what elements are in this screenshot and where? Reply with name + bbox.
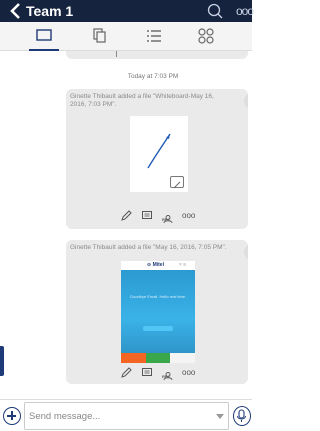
more-actions-icon[interactable]: ooo [182,211,195,220]
message-feed[interactable]: Today at 7:03 PM Ginette Thibault added … [58,51,248,391]
rec-label: REC [162,217,171,222]
conversation-title: Team 1 [26,3,74,19]
chevron-left-icon[interactable] [8,2,22,20]
message-input-box[interactable] [24,402,229,430]
bar-segment [121,353,146,363]
tab-list[interactable] [143,26,165,46]
date-separator: Today at 7:03 PM [127,73,179,80]
more-actions-icon[interactable]: ooo [182,368,195,377]
pencil-icon[interactable] [120,210,132,222]
tab-files[interactable] [88,26,110,46]
files-icon [93,28,106,43]
record-button[interactable]: REC [162,367,174,381]
thumbnail-call-bar [121,353,196,363]
comment-icon[interactable] [141,210,153,222]
whiteboard-thumbnail[interactable] [130,116,188,192]
message-input[interactable] [29,409,199,423]
record-button[interactable]: REC [162,210,174,224]
message-actions: REC ooo [66,367,248,381]
more-options-icon[interactable]: ooo [236,4,254,18]
pencil-icon[interactable] [120,367,132,379]
thumbnail-button [143,326,173,331]
tab-bar [0,22,252,51]
message-text: Ginette Thibault added a file "May 16, 2… [70,244,227,251]
microphone-icon[interactable] [233,406,251,426]
scroll-indicator[interactable] [0,346,4,376]
caret-down-icon[interactable] [216,414,224,419]
screenshot-thumbnail[interactable]: ⊙ Mitel × ≡ Goodbye Email. Hello real ti… [121,261,196,363]
thumbnail-screen: Goodbye Email. Hello real time. [121,270,195,353]
chat-bubble-icon [36,29,52,41]
thumbnail-header: ⊙ Mitel × ≡ [121,261,195,270]
close-icon: × ≡ [179,262,187,268]
mitel-logo: ⊙ Mitel [147,262,164,268]
thumbnail-text: Goodbye Email. Hello real time. [129,294,187,299]
bar-segment [170,353,196,363]
message-card[interactable]: Ginette Thibault added a file "Whiteboar… [66,89,248,229]
pencil-icon [170,176,184,189]
divider [116,51,117,57]
tab-chat[interactable] [29,26,59,51]
settings-icon [198,28,214,44]
rec-label: REC [162,374,171,379]
avatar[interactable]: GT [244,244,248,260]
search-icon[interactable] [206,2,224,20]
message-card[interactable]: Ginette Thibault added a file "May 16, 2… [66,240,248,384]
list-icon [147,30,161,42]
avatar[interactable]: GT [244,93,248,109]
app-header: Team 1 ooo [0,0,254,22]
bar-segment [145,353,171,363]
message-actions: REC ooo [66,210,248,224]
comment-icon[interactable] [141,367,153,379]
message-text: Ginette Thibault added a file "Whiteboar… [70,93,214,108]
message-composer [0,399,252,431]
plus-icon[interactable] [3,407,21,425]
previous-message-card [66,51,248,59]
tab-settings[interactable] [195,26,217,46]
